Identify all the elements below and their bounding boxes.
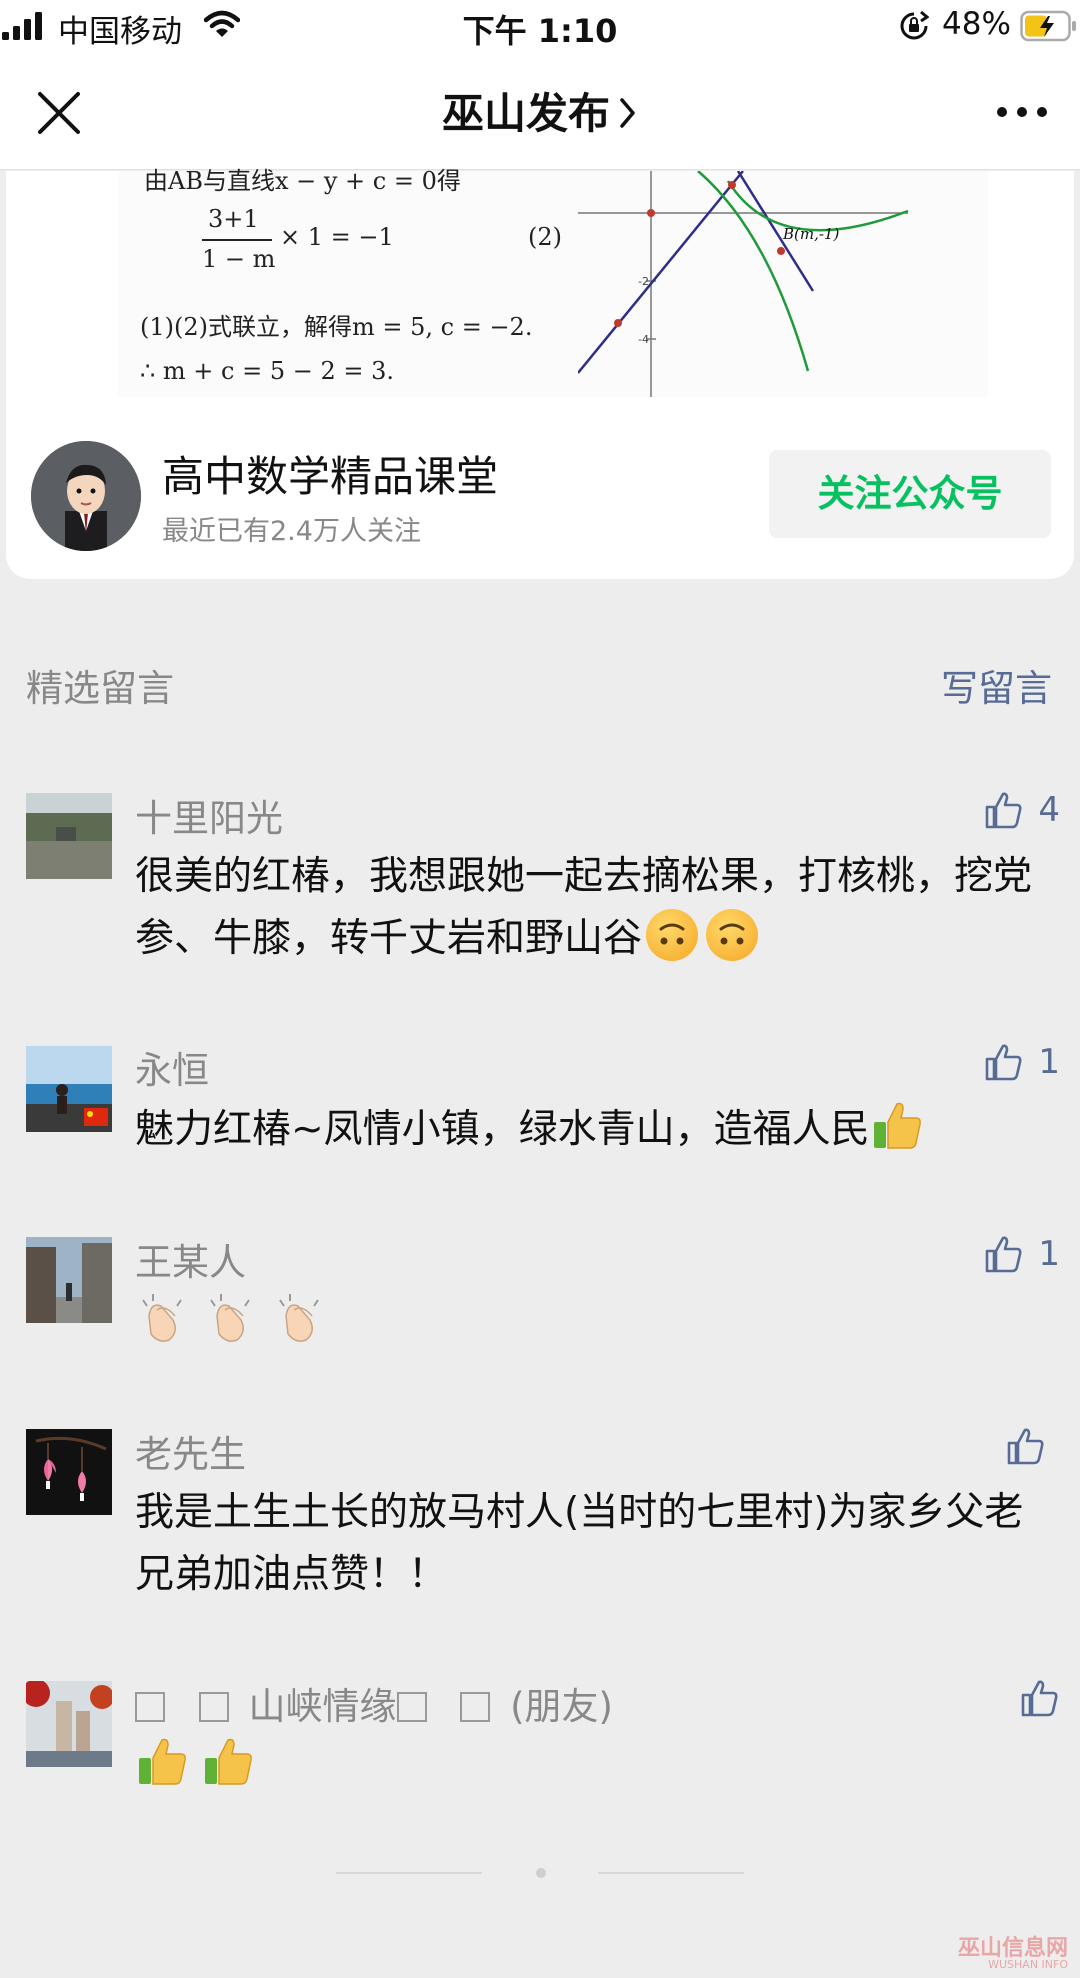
- like-count: 1: [1038, 1234, 1060, 1274]
- math-line-1: 由AB与直线x − y + c = 0得: [144, 167, 461, 195]
- end-divider-right: [598, 1872, 744, 1874]
- like-count: 1: [1038, 1042, 1060, 1082]
- svg-text:-4: -4: [638, 333, 649, 346]
- follow-account-button[interactable]: 关注公众号: [769, 450, 1051, 538]
- commenter-avatar[interactable]: [26, 1237, 112, 1323]
- thumbs-up-emoji-icon: [873, 1102, 921, 1149]
- math-frac-numerator: 3+1: [208, 205, 259, 233]
- article-card: 由AB与直线x − y + c = 0得 3+1 1 − m × 1 = −1 …: [6, 167, 1074, 579]
- page-title: 巫山发布: [441, 89, 610, 138]
- write-comment-link[interactable]: 写留言: [941, 658, 1052, 712]
- bleeding-heart-flower-avatar: [26, 1429, 112, 1515]
- account-avatar[interactable]: [31, 441, 141, 551]
- status-bar: 中国移动 下午 1:10 48%: [0, 0, 1080, 52]
- svg-text:-2: -2: [638, 275, 649, 288]
- commenter-avatar[interactable]: [26, 793, 112, 879]
- like-button[interactable]: [1006, 1424, 1060, 1468]
- thumbs-up-icon: [986, 792, 1022, 829]
- like-button[interactable]: 4: [984, 788, 1060, 832]
- unsupported-char-box-icon: [460, 1692, 491, 1722]
- more-options-icon[interactable]: [992, 92, 1052, 132]
- clapping-hands-emoji-icon: [278, 1294, 319, 1342]
- commenter-avatar[interactable]: [26, 1429, 112, 1515]
- like-count: 4: [1038, 790, 1060, 830]
- like-button[interactable]: [1020, 1676, 1060, 1720]
- math-frac-denominator: 1 − m: [202, 245, 276, 273]
- battery-percent: 48%: [942, 6, 1011, 42]
- commenter-name-text: 山峡情缘: [248, 1685, 397, 1728]
- comment-text: [135, 1290, 1035, 1355]
- math-frac-tail: × 1 = −1: [280, 223, 394, 251]
- thumbs-up-icon: [986, 1236, 1022, 1273]
- city-autumn-photo-avatar: [26, 1681, 112, 1767]
- unsupported-char-box-icon: [198, 1692, 229, 1722]
- beach-photo-avatar: [26, 1046, 112, 1132]
- comments-section-title: 精选留言: [26, 667, 174, 710]
- math-frac-bar: [202, 239, 272, 241]
- article-math-image: 由AB与直线x − y + c = 0得 3+1 1 − m × 1 = −1 …: [118, 167, 988, 397]
- commenter-avatar[interactable]: [26, 1046, 112, 1132]
- coordinate-graph: -2 -4 B(m,-1): [578, 171, 909, 397]
- battery-charging-icon: [1020, 10, 1076, 42]
- clapping-hands-emoji-icon: [210, 1294, 251, 1342]
- math-eq-number: (2): [528, 223, 562, 251]
- rotation-lock-icon: [900, 11, 929, 40]
- comment-text-content: 魅力红椿~凤情小镇，绿水青山，造福人民: [135, 1107, 870, 1152]
- like-button[interactable]: 1: [984, 1040, 1060, 1084]
- end-divider-dot: [536, 1868, 546, 1878]
- thumbs-up-emoji-icon: [205, 1738, 253, 1785]
- thumbs-up-icon: [1007, 1428, 1044, 1465]
- math-line-4: ∴ m + c = 5 − 2 = 3.: [140, 357, 395, 385]
- upside-down-face-emoji-icon: [706, 909, 759, 961]
- account-name[interactable]: 高中数学精品课堂: [162, 443, 498, 504]
- thumbs-up-emoji-icon: [139, 1738, 186, 1785]
- commenter-name[interactable]: 老先生: [135, 1424, 246, 1478]
- watermark-sub: WUSHAN INFO: [988, 1958, 1068, 1971]
- account-followers: 最近已有2.4万人关注: [162, 516, 421, 547]
- account-title-link[interactable]: 巫山发布: [0, 80, 1080, 141]
- landscape-photo-avatar: [26, 793, 112, 879]
- commenter-name[interactable]: 十里阳光: [135, 788, 283, 842]
- cartoon-man-avatar-icon: [31, 441, 141, 551]
- commenter-name[interactable]: 王某人: [135, 1232, 246, 1286]
- comment-text: 我是土生土长的放马村人(当时的七里村)为家乡父老兄弟加油点赞！！: [135, 1490, 1024, 1597]
- commenter-name[interactable]: 山峡情缘 (朋友): [135, 1676, 613, 1730]
- commenter-avatar[interactable]: [26, 1681, 112, 1767]
- clapping-hands-emoji-icon: [142, 1294, 182, 1342]
- like-button[interactable]: 1: [984, 1232, 1060, 1276]
- street-photo-avatar: [26, 1237, 112, 1323]
- thumbs-up-icon: [986, 1044, 1022, 1081]
- math-line-3: (1)(2)式联立，解得m = 5, c = −2.: [140, 313, 533, 341]
- upside-down-face-emoji-icon: [646, 909, 699, 961]
- comment-text: [135, 1734, 1035, 1797]
- graph-point-label: B(m,-1): [782, 225, 839, 243]
- end-divider-left: [336, 1872, 482, 1874]
- chevron-right-icon: [620, 97, 635, 128]
- comment-text: 很美的红椿，我想跟她一起去摘松果，打核桃，挖党参、牛膝，转千丈岩和野山谷: [135, 846, 1035, 970]
- unsupported-char-box-icon: [396, 1692, 427, 1722]
- unsupported-char-box-icon: [135, 1692, 165, 1722]
- thumbs-up-icon: [1021, 1680, 1058, 1717]
- commenter-tag: (朋友): [510, 1685, 613, 1728]
- nav-bar: 巫山发布: [0, 52, 1080, 170]
- commenter-name[interactable]: 永恒: [135, 1040, 209, 1094]
- comment-text: 魅力红椿~凤情小镇，绿水青山，造福人民: [135, 1098, 1035, 1161]
- comment-text-content: 很美的红椿，我想跟她一起去摘松果，打核桃，挖党参、牛膝，转千丈岩和野山谷: [135, 854, 1033, 961]
